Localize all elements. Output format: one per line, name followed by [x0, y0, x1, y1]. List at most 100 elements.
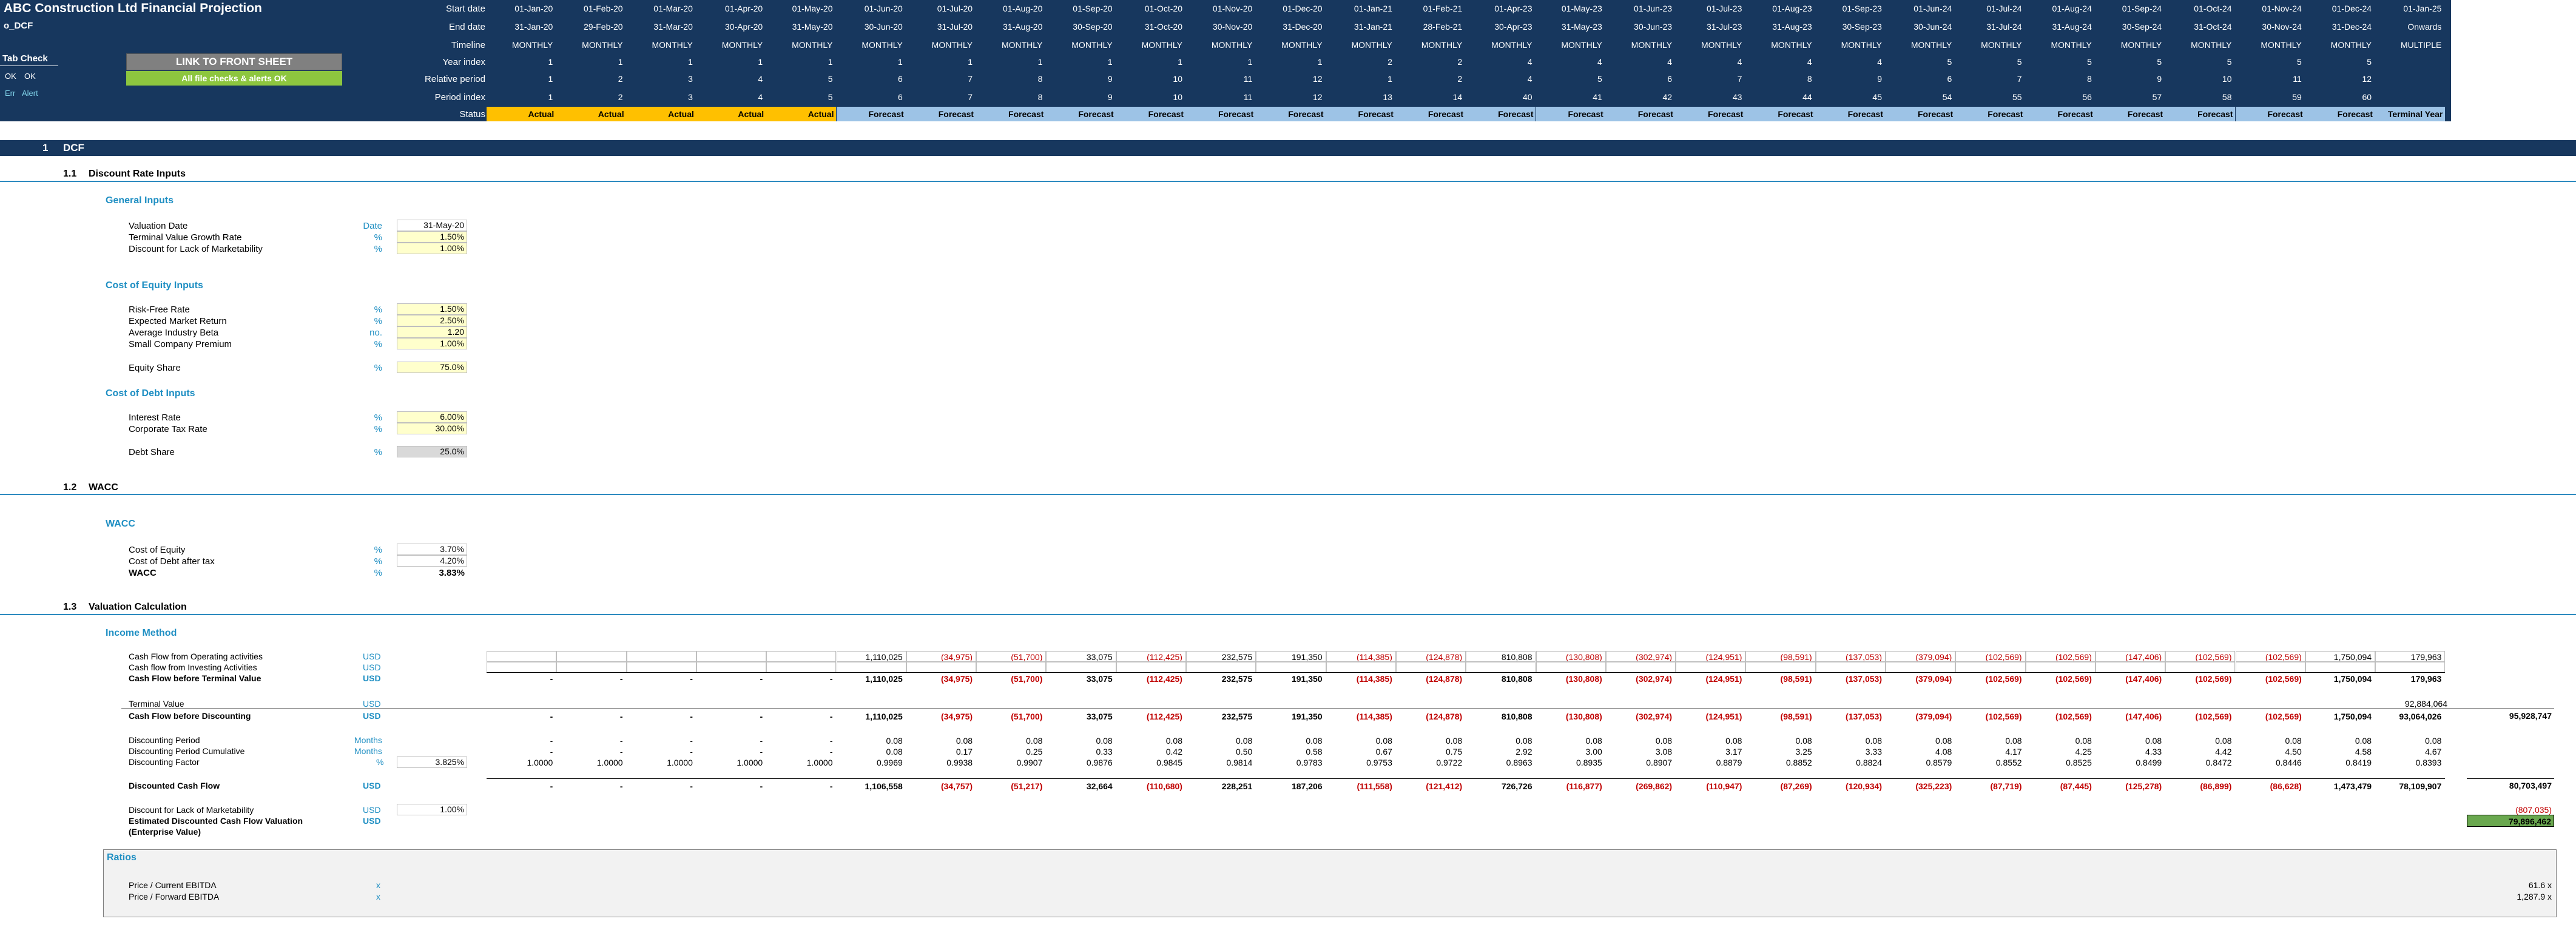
wacc-unit: %: [374, 568, 382, 578]
timeline-end-date: 31-Jan-21: [1354, 22, 1392, 32]
dcf-total-topline: [2467, 778, 2554, 779]
dcf-cell: -: [690, 781, 693, 791]
subsection-underline: [0, 494, 2576, 495]
cost-of-equity-unit: %: [374, 545, 382, 555]
discounting-period-cum-cell: 0.08: [886, 747, 903, 756]
timeline-frequency: MONTHLY: [861, 40, 903, 50]
workbook-title: ABC Construction Ltd Financial Projectio…: [4, 1, 262, 15]
tax-rate-input[interactable]: 30.00%: [397, 423, 467, 434]
edcf-label: Estimated Discounted Cash Flow Valuation: [129, 816, 303, 826]
timeline-year-index: 5: [2087, 57, 2092, 67]
discounting-period-cum-cell: 0.50: [1236, 747, 1253, 756]
discounting-period-cum-cell: 0.42: [1165, 747, 1182, 756]
edcf-unit: USD: [363, 816, 381, 826]
dcf-cell: (34,757): [940, 781, 973, 791]
timeline-year-index: 1: [1037, 57, 1043, 67]
equity-share-label: Equity Share: [129, 363, 181, 373]
discounting-period-cell: 0.08: [1655, 736, 1673, 746]
timeline-end-date: 30-Nov-20: [1212, 22, 1253, 32]
discounting-period-cell: 0.08: [886, 736, 903, 746]
price-current-ebitda-unit: x: [376, 880, 380, 890]
cfo-input-cell: [1955, 651, 2026, 662]
cfbd-cell: (147,406): [2125, 712, 2162, 721]
cfo-input-cell: [976, 651, 1047, 662]
timeline-frequency: MONTHLY: [1910, 40, 1952, 50]
dcf-label: Discounted Cash Flow: [129, 781, 220, 790]
timeline-status: Forecast: [1886, 107, 1956, 121]
timeline-year-index: 1: [1178, 57, 1182, 67]
cfbd-cell: (302,974): [1636, 712, 1673, 721]
timeline-frequency: MONTHLY: [2051, 40, 2092, 50]
timeline-end-date: 31-Jan-20: [514, 22, 553, 32]
cfbd-cell: (137,053): [1846, 712, 1882, 721]
timeline-end-date: Onwards: [2407, 22, 2442, 32]
timeline-status: Forecast: [1605, 107, 1676, 121]
timeline-period-index: 58: [2222, 92, 2232, 102]
dcf-cell: 228,251: [1221, 781, 1253, 791]
cfi-label: Cash flow from Investing Activities: [129, 662, 257, 672]
timeline-relative-period: 8: [2087, 74, 2092, 84]
cfbd-cell: (34,975): [940, 712, 973, 721]
terminal-growth-unit: %: [374, 232, 382, 243]
timeline-start-date: 01-Aug-23: [1772, 4, 1812, 13]
cfo-input-cell: [766, 651, 837, 662]
cfbd-cell: (98,591): [1780, 712, 1812, 721]
cfbd-label: Cash Flow before Discounting: [129, 711, 251, 721]
timeline-status: Forecast: [1676, 107, 1746, 121]
row-label-status: Status: [459, 109, 485, 120]
timeline-relative-period: 1: [1387, 74, 1392, 84]
discounting-factor-cell: 0.8525: [2066, 758, 2092, 767]
discounting-period-cum-cell: 4.42: [2215, 747, 2232, 756]
timeline-relative-period: 12: [1313, 74, 1323, 84]
discounting-factor-cell: 0.8852: [1785, 758, 1812, 767]
cfbtv-cell: 810,808: [1501, 674, 1532, 684]
tab-check-label: Tab Check: [2, 53, 48, 64]
valuation-date-input[interactable]: 31-May-20: [397, 220, 467, 231]
discounting-factor-label: Discounting Factor: [129, 757, 200, 767]
header-right-blank: [2451, 0, 2576, 121]
interest-rate-input[interactable]: 6.00%: [397, 411, 467, 423]
equity-share-input[interactable]: 75.0%: [397, 362, 467, 373]
cfbd-cell: (112,425): [1146, 712, 1182, 721]
small-company-premium-input[interactable]: 1.00%: [397, 338, 467, 349]
timeline-relative-period: 10: [2222, 74, 2232, 84]
timeline-start-date: 01-Sep-24: [2122, 4, 2162, 13]
discounting-factor-cell: 1.0000: [527, 758, 553, 767]
discounting-factor-cell: 1.0000: [806, 758, 833, 767]
discounting-period-cum-cell: 0.33: [1096, 747, 1113, 756]
interest-rate-unit: %: [374, 413, 382, 423]
risk-free-input[interactable]: 1.50%: [397, 303, 467, 315]
cfbd-cell: -: [550, 712, 553, 721]
subsection-number-1-2: 1.2: [63, 482, 77, 493]
link-to-front-sheet-button[interactable]: LINK TO FRONT SHEET: [126, 53, 342, 70]
timeline-relative-period: 7: [2017, 74, 2022, 84]
cfbd-cell: 93,064,026: [2399, 712, 2442, 721]
cfo-input-cell: [696, 651, 767, 662]
cfo-input-cell: [906, 651, 977, 662]
cfi-input-cell: [1116, 662, 1186, 673]
discounting-period-cell: 0.08: [1585, 736, 1602, 746]
discounting-factor-cell: 0.8824: [1856, 758, 1882, 767]
cfbd-cell: 810,808: [1501, 712, 1532, 721]
timeline-start-date: 01-Feb-20: [584, 4, 623, 13]
dlom-label: Discount for Lack of Marketability: [129, 244, 263, 254]
dcf-cell: -: [760, 781, 763, 791]
terminal-growth-input[interactable]: 1.50%: [397, 231, 467, 243]
beta-input[interactable]: 1.20: [397, 326, 467, 338]
discounting-period-cum-unit: Months: [354, 746, 382, 756]
dlom-input[interactable]: 1.00%: [397, 243, 467, 254]
timeline-period-index: 41: [1593, 92, 1602, 102]
discounting-factor-cell: 1.0000: [596, 758, 623, 767]
timeline-frequency: MONTHLY: [721, 40, 763, 50]
timeline-year-index: 5: [2017, 57, 2022, 67]
cfbtv-cell: (147,406): [2125, 674, 2162, 684]
market-return-input[interactable]: 2.50%: [397, 315, 467, 326]
cfbtv-cell: (114,385): [1356, 674, 1392, 684]
timeline-frequency: MONTHLY: [931, 40, 973, 50]
timeline-period-index: 3: [688, 92, 693, 102]
timeline-period-index: 4: [758, 92, 763, 102]
tab-check-err: Err: [5, 89, 16, 98]
subsection-title-wacc: WACC: [89, 482, 118, 493]
small-company-premium-unit: %: [374, 339, 382, 349]
terminal-value-label: Terminal Value: [129, 699, 184, 709]
